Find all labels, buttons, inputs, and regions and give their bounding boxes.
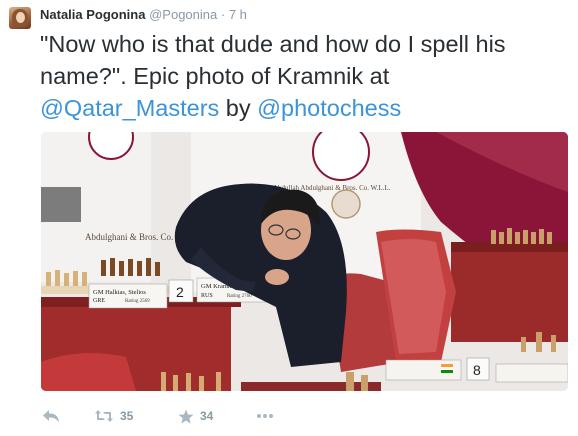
- board-number-right: 8: [473, 362, 481, 378]
- star-icon: [178, 409, 194, 424]
- tweet-time[interactable]: 7 h: [229, 7, 247, 22]
- more-button[interactable]: [256, 405, 274, 427]
- sign-right-rating: Rating 2760: [227, 294, 252, 299]
- tweet-photo[interactable]: Abdulghani & Bros. Co. W.L.L. Abdullah A…: [41, 132, 568, 391]
- tweet-text-part2: by: [219, 95, 258, 121]
- tweet-header: Natalia Pogonina @Pogonina · 7 h: [40, 6, 247, 24]
- more-icon: [256, 413, 274, 419]
- retweet-icon: [94, 409, 114, 423]
- sign-left-country: GRE: [93, 298, 105, 304]
- favorite-count: 34: [200, 409, 214, 423]
- board-number: 2: [176, 284, 184, 300]
- reply-icon: [42, 409, 60, 423]
- avatar-face: [16, 12, 25, 23]
- retweet-button[interactable]: 35: [94, 405, 133, 427]
- sign-left-name: GM Halkias, Stelios: [93, 289, 146, 296]
- sign-left-rating: Rating 2569: [125, 299, 150, 304]
- retweet-count: 35: [120, 409, 134, 423]
- favorite-button[interactable]: 34: [178, 405, 213, 427]
- tweet-text-part1: "Now who is that dude and how do I spell…: [40, 31, 506, 89]
- reply-button[interactable]: [42, 405, 60, 427]
- mention-photochess[interactable]: @photochess: [257, 95, 401, 121]
- sign-right-country: RUS: [201, 293, 213, 299]
- photo-illustration: Abdulghani & Bros. Co. W.L.L. Abdullah A…: [41, 132, 568, 391]
- tweet-text: "Now who is that dude and how do I spell…: [40, 28, 570, 124]
- author-avatar[interactable]: [9, 7, 31, 29]
- tweet-actions: 35 34: [40, 405, 560, 427]
- author-handle[interactable]: @Pogonina: [149, 7, 217, 22]
- author-name[interactable]: Natalia Pogonina: [40, 7, 145, 22]
- separator-dot: ·: [220, 7, 226, 22]
- mention-qatar-masters[interactable]: @Qatar_Masters: [40, 95, 219, 121]
